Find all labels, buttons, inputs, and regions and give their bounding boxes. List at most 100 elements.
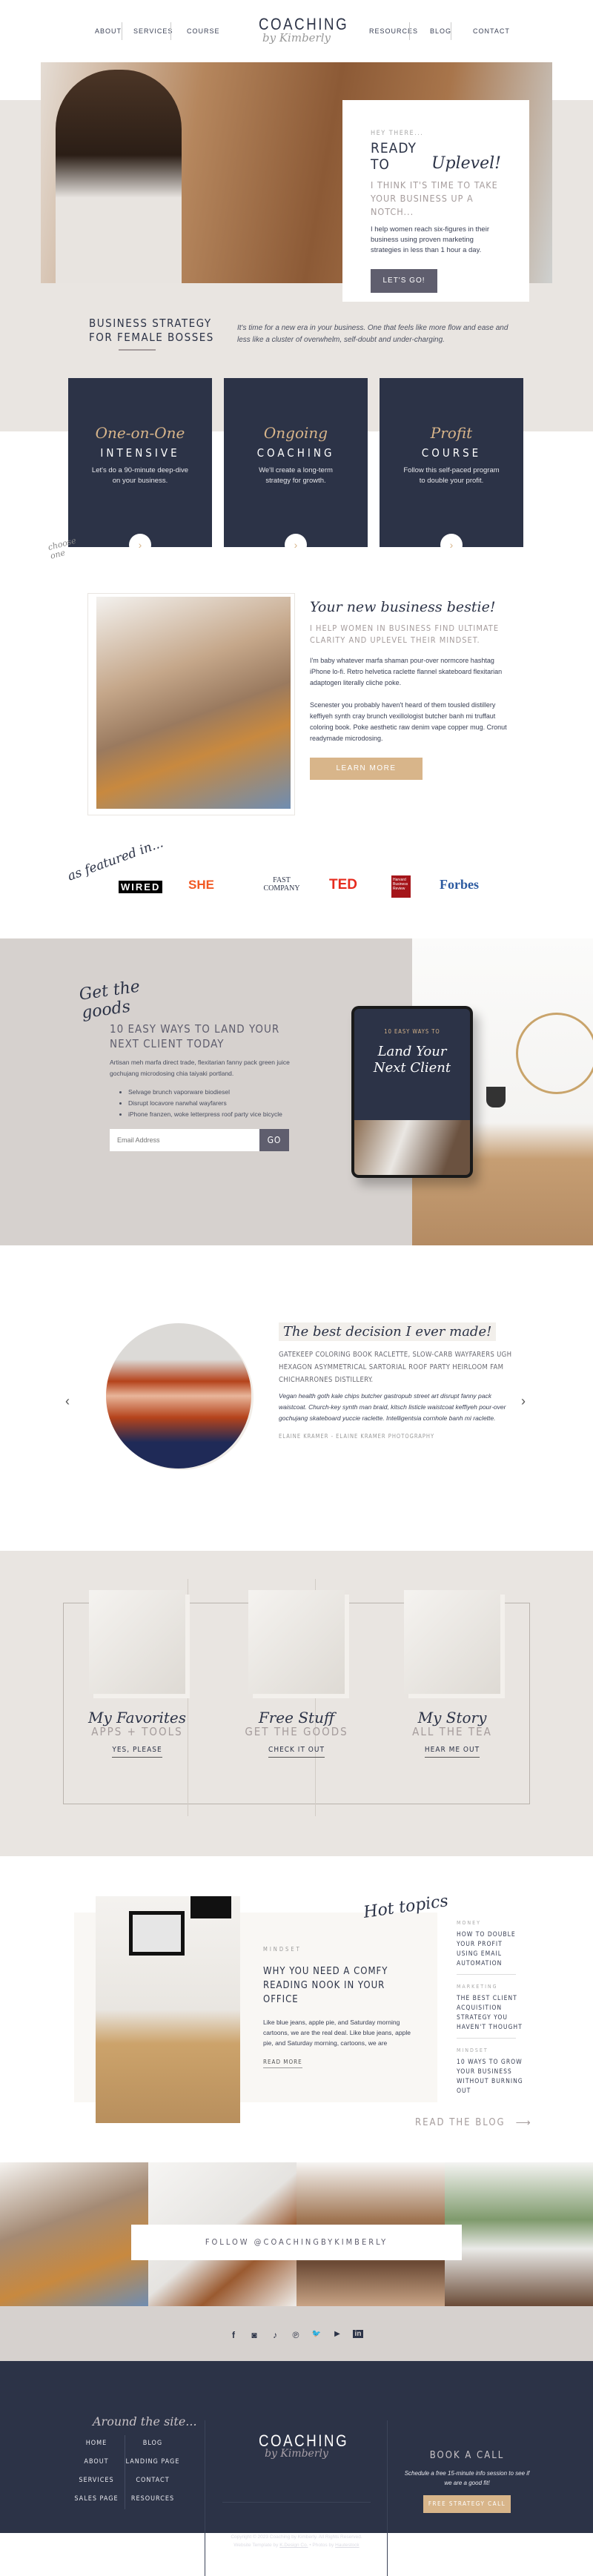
footer-link-landing-page[interactable]: LANDING PAGE: [123, 2458, 182, 2466]
footer-link-resources[interactable]: RESOURCES: [123, 2495, 182, 2503]
instagram-follow-banner[interactable]: FOLLOW @COACHINGBYKIMBERLY: [131, 2225, 462, 2260]
pinterest-icon[interactable]: ℗: [291, 2330, 301, 2340]
hero-photo-woman: [56, 70, 182, 283]
choose-one-annotation: choose one: [47, 535, 78, 561]
card-script: Ongoing: [263, 424, 328, 442]
resource-photo: [248, 1590, 345, 1694]
chevron-right-icon[interactable]: ›: [285, 534, 307, 556]
read-the-blog-link[interactable]: READ THE BLOG ⟶: [415, 2116, 531, 2129]
freebie-body: Artisan meh marfa direct trade, flexitar…: [110, 1059, 290, 1077]
post-title[interactable]: THE BEST CLIENT ACQUISITION STRATEGY YOU…: [457, 1994, 523, 2033]
post-category: MINDSET: [263, 1946, 302, 1953]
hbr-logo: Harvard Business Review: [391, 875, 411, 898]
credit-prefix: Website Template by: [233, 2543, 279, 2548]
hero-title: READY TO: [371, 140, 417, 173]
she-media-logo: SHE: [188, 878, 214, 892]
next-arrow-icon[interactable]: ›: [521, 1394, 526, 1409]
footer-link-contact[interactable]: CONTACT: [123, 2477, 182, 2484]
nav-course[interactable]: COURSE: [187, 27, 220, 35]
twitter-icon[interactable]: 🐦: [311, 2330, 322, 2338]
site-footer: Around the site... HOME ABOUT SERVICES S…: [0, 2361, 593, 2576]
lets-go-button[interactable]: LET'S GO!: [371, 269, 437, 293]
free-strategy-call-button[interactable]: FREE STRATEGY CALL: [423, 2495, 511, 2513]
wired-logo: WIRED: [119, 881, 163, 893]
post-title[interactable]: HOW TO DOUBLE YOUR PROFIT USING EMAIL AU…: [457, 1930, 523, 1969]
nav-contact[interactable]: CONTACT: [473, 27, 510, 35]
footer-logo[interactable]: COACHING by Kimberly: [252, 2431, 349, 2460]
instagram-photo[interactable]: [0, 2162, 148, 2306]
footer-link-sales-page[interactable]: SALES PAGE: [67, 2495, 126, 2503]
email-input[interactable]: [110, 1129, 259, 1151]
frame-shape: [129, 1911, 185, 1956]
freebie-title: 10 EASY WAYS TO LAND YOUR NEXT CLIENT TO…: [110, 1022, 280, 1050]
hero-kicker: HEY THERE...: [371, 130, 424, 137]
footer-logo-wordmark: COACHING: [259, 2431, 349, 2450]
footer-link-about[interactable]: ABOUT: [67, 2458, 126, 2466]
instagram-photo[interactable]: [445, 2162, 593, 2306]
learn-more-button[interactable]: LEARN MORE: [310, 758, 423, 780]
kdesign-link[interactable]: K.Design Co.: [279, 2543, 308, 2548]
hero-title-script: Uplevel!: [431, 154, 501, 173]
nav-about[interactable]: ABOUT: [95, 27, 122, 35]
youtube-icon[interactable]: ▶: [332, 2330, 342, 2338]
post-title[interactable]: 10 WAYS TO GROW YOUR BUSINESS WITHOUT BU…: [457, 2058, 523, 2096]
facebook-icon[interactable]: f: [228, 2330, 239, 2340]
instagram-icon[interactable]: ◙: [249, 2330, 259, 2340]
nav-divider: [409, 22, 410, 40]
about-script-heading: Your new business bestie!: [310, 599, 496, 615]
tiktok-icon[interactable]: ♪: [270, 2330, 280, 2340]
hautestock-link[interactable]: Hautestock: [335, 2543, 360, 2548]
footer-logo-divider: [222, 2502, 371, 2503]
nav-services[interactable]: SERVICES: [133, 27, 173, 35]
service-card-intensive[interactable]: One-on-One INTENSIVE Let's do a 90-minut…: [68, 378, 212, 556]
email-form: GO: [110, 1129, 302, 1151]
footer-link-blog[interactable]: BLOG: [123, 2440, 182, 2447]
card-description: We'll create a long-term strategy for gr…: [259, 466, 333, 485]
testimonial-body: Vegan health goth kale chips butcher gas…: [279, 1392, 506, 1422]
post-divider: [457, 1974, 516, 1975]
site-logo[interactable]: COACHING by Kimberly: [252, 15, 349, 44]
read-more-link[interactable]: READ MORE: [263, 2059, 302, 2068]
resource-photo: [89, 1590, 185, 1694]
logo-wordmark: COACHING: [259, 15, 349, 33]
sidebar-post[interactable]: MINDSET 10 WAYS TO GROW YOUR BUSINESS WI…: [457, 2047, 523, 2096]
intro-heading: BUSINESS STRATEGY FOR FEMALE BOSSES: [89, 317, 214, 351]
nav-resources[interactable]: RESOURCES: [369, 27, 418, 35]
nav-blog[interactable]: BLOG: [430, 27, 451, 35]
linkedin-icon[interactable]: in: [353, 2330, 363, 2338]
prev-arrow-icon[interactable]: ‹: [65, 1394, 70, 1409]
testimonial-author: ELAINE KRAMER - ELAINE KRAMER PHOTOGRAPH…: [279, 1433, 435, 1440]
post-title[interactable]: WHY YOU NEED A COMFY READING NOOK IN YOU…: [263, 1964, 419, 2007]
chevron-right-icon[interactable]: ›: [440, 534, 463, 556]
go-button[interactable]: GO: [259, 1129, 289, 1151]
service-card-course[interactable]: Profit COURSE Follow this self-paced pro…: [380, 378, 523, 556]
card-script: Profit: [430, 424, 473, 442]
yes-please-link[interactable]: YES, PLEASE: [112, 1746, 162, 1758]
sidebar-post[interactable]: MARKETING THE BEST CLIENT ACQUISITION ST…: [457, 1984, 523, 2033]
resource-title: APPS + TOOLS: [91, 1725, 183, 1738]
check-it-out-link[interactable]: CHECK IT OUT: [268, 1746, 325, 1758]
post-divider: [457, 2038, 516, 2039]
card-description: Follow this self-paced program to double…: [403, 466, 500, 485]
card-description: Let's do a 90-minute deep-dive on your b…: [91, 466, 189, 485]
intro-text: It's time for a new era in your business…: [237, 324, 508, 344]
blog-featured-photo: [96, 1896, 240, 2123]
read-blog-label: READ THE BLOG: [415, 2117, 506, 2128]
hero-subtitle: I THINK IT'S TIME TO TAKE YOUR BUSINESS …: [371, 179, 498, 217]
featured-label: as featured in...: [65, 835, 165, 884]
service-card-coaching[interactable]: Ongoing COACHING We'll create a long-ter…: [224, 378, 368, 556]
bullet-item: Selvage brunch vaporware biodiesel: [128, 1087, 302, 1098]
chevron-right-icon[interactable]: ›: [129, 534, 151, 556]
bullet-item: Disrupt locavore narwhal wayfarers: [128, 1098, 302, 1109]
hear-me-out-link[interactable]: HEAR ME OUT: [424, 1746, 480, 1758]
credit-mid: • Photos by: [309, 2543, 334, 2548]
footer-link-home[interactable]: HOME: [67, 2440, 126, 2447]
footer-link-services[interactable]: SERVICES: [67, 2477, 126, 2484]
book-call-title: BOOK A CALL: [429, 2450, 505, 2461]
card-title: COURSE: [421, 446, 482, 460]
bullet-item: iPhone franzen, woke letterpress roof pa…: [128, 1109, 302, 1120]
resource-photo: [404, 1590, 500, 1694]
sidebar-post[interactable]: MONEY HOW TO DOUBLE YOUR PROFIT USING EM…: [457, 1920, 523, 1969]
card-script: One-on-One: [95, 424, 185, 442]
fast-company-logo: FAST COMPANY: [263, 876, 300, 893]
